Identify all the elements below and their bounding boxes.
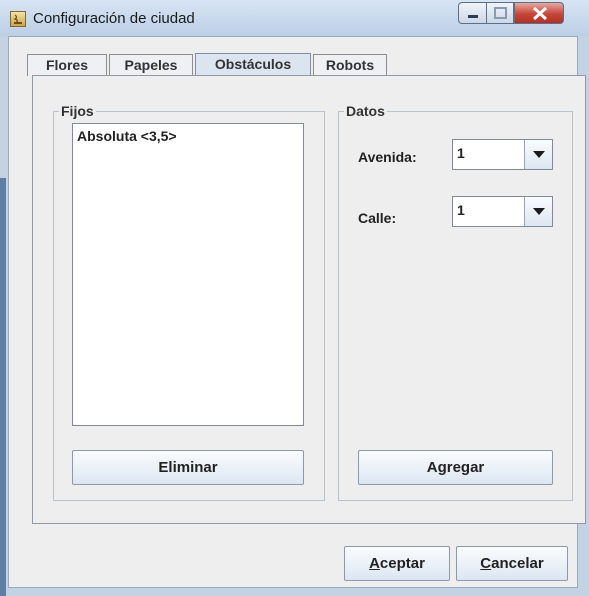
agregar-button[interactable]: Agregar (358, 450, 553, 485)
tab-robots[interactable]: Robots (313, 54, 387, 76)
close-icon (532, 6, 548, 21)
close-button[interactable] (514, 2, 564, 24)
chevron-down-icon (533, 208, 545, 215)
aceptar-button[interactable]: Aceptar (344, 546, 450, 581)
datos-title: Datos (344, 103, 387, 119)
chevron-down-icon (533, 151, 545, 158)
calle-value: 1 (457, 202, 465, 218)
calle-dropdown-button[interactable] (524, 197, 552, 226)
list-item[interactable]: Absoluta <3,5> (77, 128, 177, 144)
aceptar-mnemonic: A (369, 555, 380, 572)
minimize-button[interactable] (458, 2, 487, 24)
eliminar-button[interactable]: Eliminar (72, 450, 304, 485)
maximize-icon (494, 7, 507, 19)
cancelar-button[interactable]: Cancelar (456, 546, 568, 581)
cancelar-mnemonic: C (480, 555, 492, 572)
aceptar-label: ceptar (379, 555, 425, 572)
calle-select[interactable]: 1 (452, 196, 553, 227)
fijos-title: Fijos (59, 103, 96, 119)
cancelar-label: ancelar (491, 555, 544, 572)
dialog-window: Configuración de ciudad Flores Papeles O… (0, 0, 589, 596)
maximize-button[interactable] (487, 2, 514, 24)
tab-flores[interactable]: Flores (27, 54, 107, 76)
calle-label: Calle: (358, 210, 397, 226)
avenida-select[interactable]: 1 (452, 139, 553, 170)
background-strip (0, 178, 6, 596)
minimize-icon (468, 15, 478, 18)
tab-papeles[interactable]: Papeles (109, 54, 193, 76)
avenida-value: 1 (457, 145, 465, 161)
title-bar[interactable]: Configuración de ciudad (0, 0, 589, 36)
avenida-dropdown-button[interactable] (524, 140, 552, 169)
fijos-list[interactable]: Absoluta <3,5> (72, 123, 304, 426)
tab-obstaculos[interactable]: Obstáculos (195, 53, 311, 76)
avenida-label: Avenida: (358, 149, 417, 165)
window-title: Configuración de ciudad (33, 10, 195, 27)
java-app-icon (10, 11, 26, 27)
